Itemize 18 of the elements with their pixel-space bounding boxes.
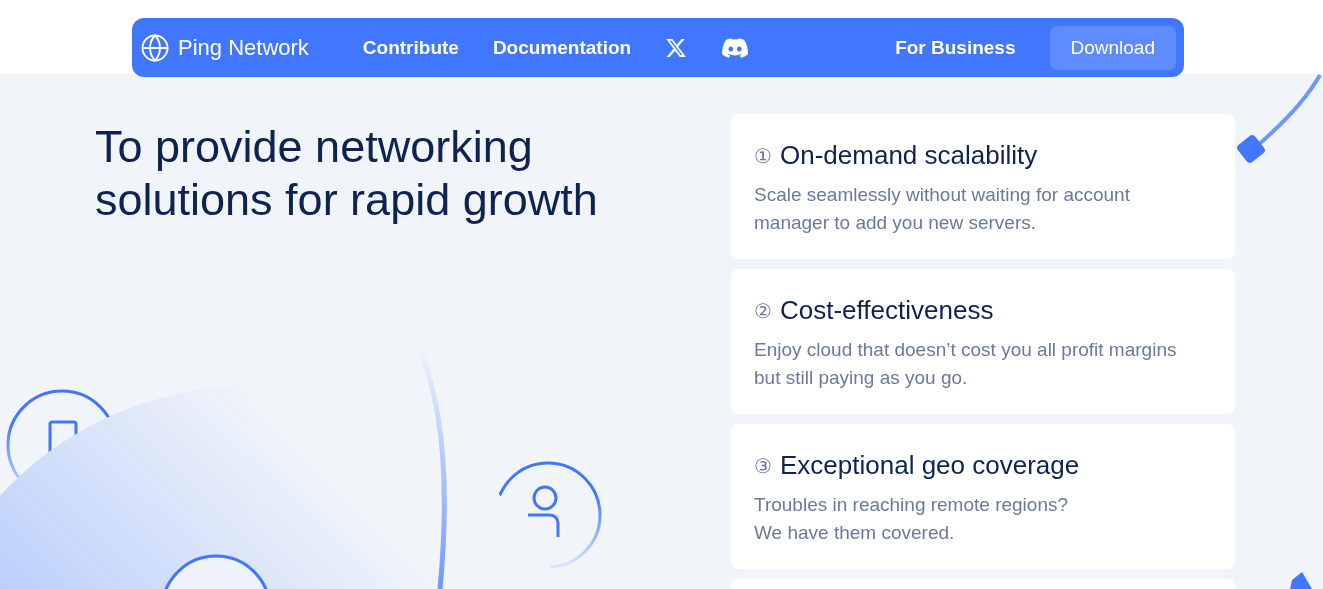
step-number: ① <box>754 143 772 168</box>
brand-name: Ping Network <box>178 34 309 61</box>
nav-link[interactable]: Contribute <box>362 36 459 59</box>
nav-link[interactable]: For Business <box>895 36 1016 59</box>
step-number: ③ <box>754 453 772 478</box>
feature-title: On-demand scalability <box>780 140 1038 171</box>
hero-heading: To provide networking solutions for rapid growth <box>95 120 599 226</box>
feature-title: Cost-effectiveness <box>780 295 994 326</box>
step-number: ② <box>754 298 772 323</box>
brand-logo[interactable]: Ping Network <box>140 32 309 63</box>
download-button[interactable]: Download <box>1049 25 1176 70</box>
feature-title: Exceptional geo coverage <box>780 450 1080 481</box>
globe-icon <box>140 32 170 63</box>
feature-description: Scale seamlessly without waiting for account manager to add you new servers. <box>754 183 1131 235</box>
feature-description: Troubles in reaching remote regions? We have them covered. <box>754 493 1070 545</box>
nav-link[interactable]: Documentation <box>492 36 632 59</box>
feature-description: Enjoy cloud that doesn’t cost you all profit margins but still paying as you go. <box>754 338 1178 390</box>
x-logo-icon[interactable] <box>665 36 688 59</box>
